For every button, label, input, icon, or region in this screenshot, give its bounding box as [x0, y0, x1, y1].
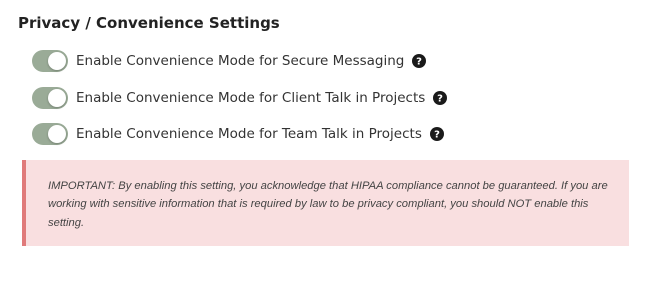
- secure-messaging-toggle[interactable]: [32, 50, 68, 72]
- svg-text:?: ?: [437, 94, 443, 105]
- secure-messaging-label: Enable Convenience Mode for Secure Messa…: [76, 53, 405, 69]
- svg-text:?: ?: [416, 57, 422, 68]
- toggle-knob: [48, 52, 66, 70]
- svg-text:?: ?: [434, 130, 440, 141]
- question-circle-icon[interactable]: ?: [412, 54, 427, 68]
- setting-row-secure-messaging: Enable Convenience Mode for Secure Messa…: [32, 50, 427, 72]
- toggle-knob: [48, 89, 66, 107]
- team-talk-toggle[interactable]: [32, 123, 68, 145]
- setting-row-team-talk: Enable Convenience Mode for Team Talk in…: [32, 123, 444, 145]
- setting-row-client-talk: Enable Convenience Mode for Client Talk …: [32, 87, 448, 109]
- client-talk-label: Enable Convenience Mode for Client Talk …: [76, 90, 426, 106]
- client-talk-toggle[interactable]: [32, 87, 68, 109]
- hipaa-warning-text: IMPORTANT: By enabling this setting, you…: [48, 180, 608, 229]
- question-circle-icon[interactable]: ?: [429, 127, 444, 141]
- hipaa-warning-alert: IMPORTANT: By enabling this setting, you…: [22, 160, 629, 246]
- toggle-knob: [48, 125, 66, 143]
- question-circle-icon[interactable]: ?: [433, 91, 448, 105]
- team-talk-label: Enable Convenience Mode for Team Talk in…: [76, 126, 422, 142]
- section-title: Privacy / Convenience Settings: [18, 14, 280, 32]
